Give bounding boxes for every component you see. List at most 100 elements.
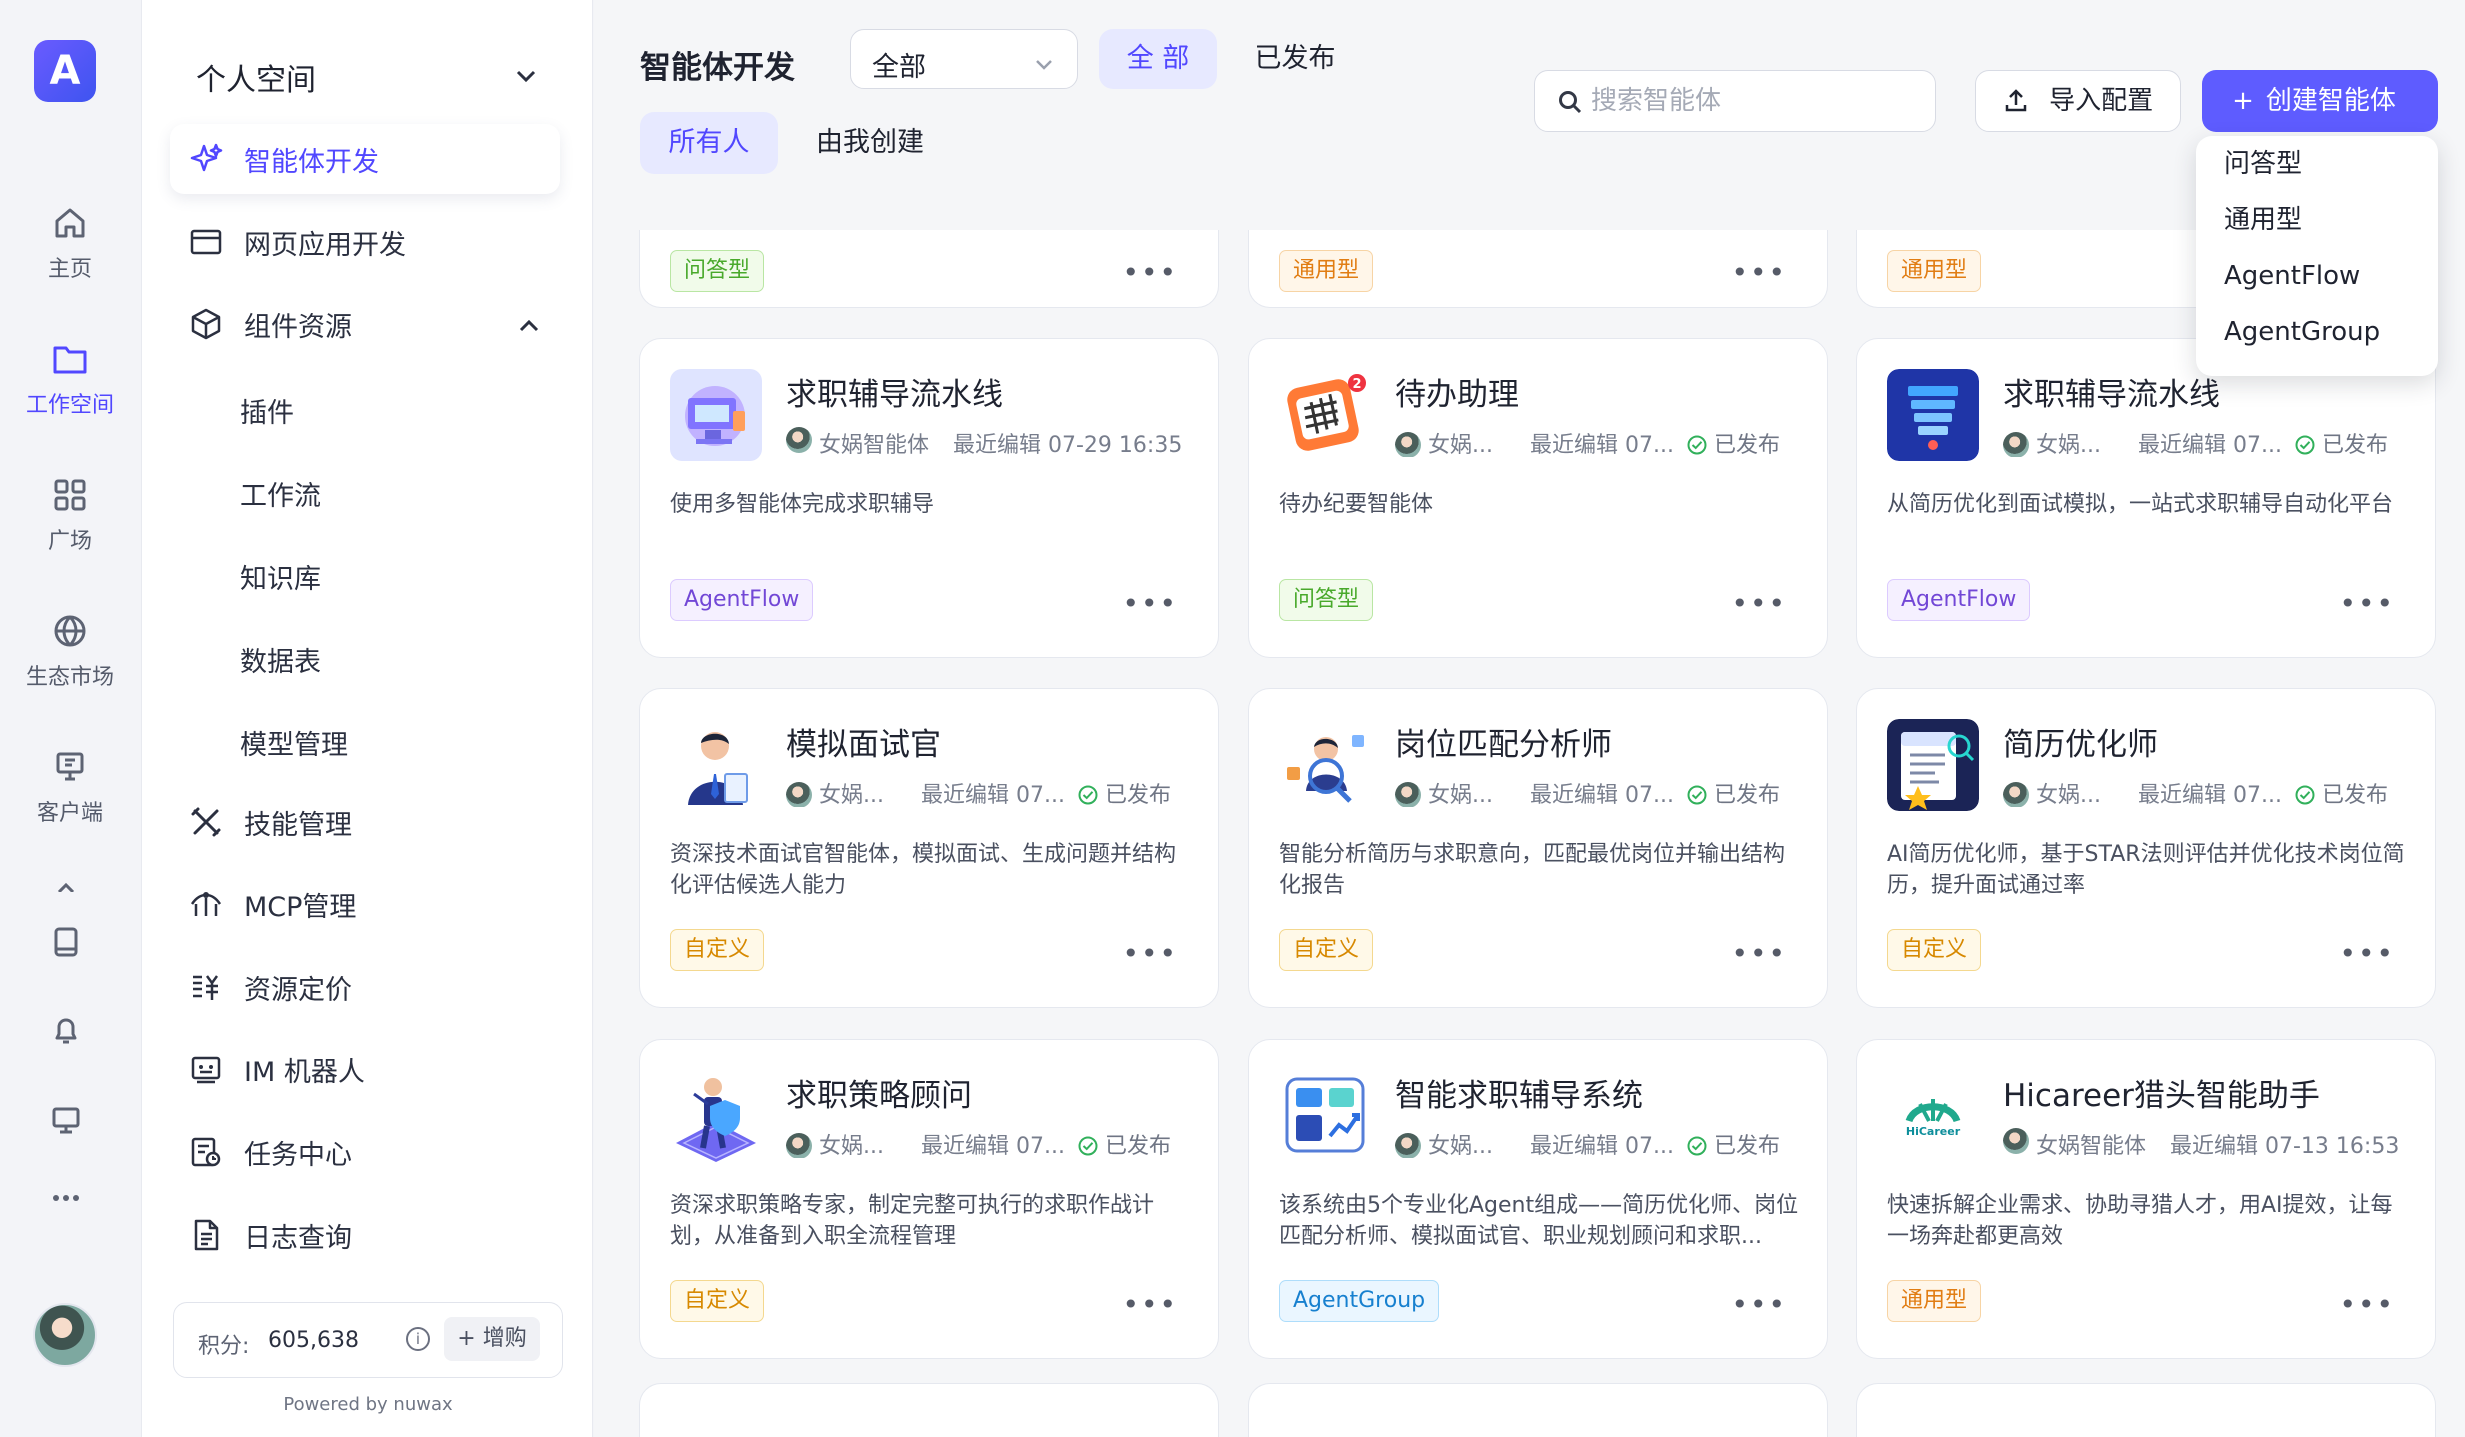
menu-item-agentgroup[interactable]: AgentGroup <box>2196 304 2438 360</box>
monitor-icon[interactable] <box>48 1102 84 1138</box>
agent-card-partial[interactable] <box>639 1383 1219 1437</box>
published-label: 已发布 <box>1105 783 1172 807</box>
rail-item-home[interactable]: 主页 <box>0 203 140 283</box>
agent-card[interactable]: 智能求职辅导系统 女娲... 最近编辑 07... 已发布 该系统由5个专业化Age… <box>1248 1039 1828 1359</box>
more-options-icon[interactable]: ••• <box>1731 940 1787 968</box>
create-agent-button[interactable]: + 创建智能体 <box>2202 70 2438 132</box>
more-options-icon[interactable]: ••• <box>1122 1291 1178 1319</box>
sidebar-item-im-bot[interactable]: IM 机器人 <box>170 1034 560 1104</box>
folder-icon <box>53 346 87 374</box>
sidebar-item-agent-dev[interactable]: 智能体开发 <box>170 124 560 194</box>
menu-item-general[interactable]: 通用型 <box>2196 192 2438 248</box>
more-icon[interactable] <box>48 1180 84 1216</box>
published-status: 已发布 <box>2294 427 2388 457</box>
sidebar-item-web-app[interactable]: 网页应用开发 <box>170 207 560 277</box>
menu-item-agentflow[interactable]: AgentFlow <box>2196 248 2438 304</box>
book-icon[interactable] <box>48 924 84 960</box>
more-options-icon[interactable]: ••• <box>1122 259 1178 287</box>
sidebar-item-skills[interactable]: 技能管理 <box>170 787 560 857</box>
agent-meta: 女娲智能体 最近编辑 07-13 16:53 <box>2003 1128 2408 1158</box>
buy-points-button[interactable]: + 增购 <box>444 1317 540 1361</box>
more-options-icon[interactable]: ••• <box>2339 940 2395 968</box>
agent-author: 女娲... <box>1428 1134 1493 1158</box>
sidebar-item-logs[interactable]: 日志查询 <box>170 1200 560 1270</box>
more-options-icon[interactable]: ••• <box>1122 590 1178 618</box>
rail-item-square[interactable]: 广场 <box>0 475 140 555</box>
points-box: 积分: 605,638 i + 增购 <box>173 1302 563 1378</box>
agent-meta: 女娲... 最近编辑 07... 已发布 <box>1395 1128 1800 1158</box>
sidebar-sub-plugins[interactable]: 插件 <box>240 391 294 430</box>
published-label: 已发布 <box>2322 433 2389 457</box>
sidebar-sub-datatable[interactable]: 数据表 <box>240 640 321 679</box>
info-icon[interactable]: i <box>406 1327 430 1351</box>
search-box[interactable] <box>1534 70 1936 132</box>
sidebar-item-mcp[interactable]: MCP管理 <box>170 869 560 939</box>
agent-card[interactable]: 2 待办助理 女娲... 最近编辑 07... 已发布 待办纪要智能体 问答型 ••• <box>1248 338 1828 658</box>
published-label: 已发布 <box>1714 433 1781 457</box>
chevron-down-icon[interactable] <box>512 62 540 90</box>
sidebar-item-component-resources[interactable]: 组件资源 <box>170 289 560 359</box>
agent-thumbnail: HiCareer <box>1887 1070 1979 1162</box>
desktop-client-icon <box>56 752 84 781</box>
agent-card[interactable]: 求职辅导流水线 女娲智能体 最近编辑 07-29 16:35 使用多智能体完成求职… <box>639 338 1219 658</box>
chevron-up-icon[interactable] <box>515 312 543 340</box>
agent-card[interactable]: 岗位匹配分析师 女娲... 最近编辑 07... 已发布 智能分析简历与求职意向，匹… <box>1248 688 1828 1008</box>
agent-description: 资深求职策略专家，制定完整可执行的求职作战计划，从准备到入职全流程管理 <box>670 1193 1155 1249</box>
sidebar-sub-knowledge[interactable]: 知识库 <box>240 557 321 596</box>
more-options-icon[interactable]: ••• <box>1122 940 1178 968</box>
create-agent-label: 创建智能体 <box>2265 86 2396 116</box>
agent-card[interactable]: 简历优化师 女娲... 最近编辑 07... 已发布 AI简历优化师，基于STAR法… <box>1856 688 2436 1008</box>
agent-card[interactable]: HiCareer Hicareer猎头智能助手 女娲智能体 最近编辑 07-13 … <box>1856 1039 2436 1359</box>
agent-title: 简历优化师 <box>2003 727 2158 763</box>
log-icon <box>194 1219 219 1251</box>
space-selector-label[interactable]: 个人空间 <box>196 55 316 99</box>
filter-created-by-me[interactable]: 由我创建 <box>799 112 941 174</box>
tools-icon <box>191 807 221 837</box>
sidebar-item-label: 日志查询 <box>244 1222 352 1254</box>
user-avatar[interactable] <box>33 1303 97 1367</box>
rail-item-workspace[interactable]: 工作空间 <box>0 339 140 419</box>
agent-description: 资深技术面试官智能体，模拟面试、生成问题并结构化评估候选人能力 <box>670 842 1177 898</box>
more-options-icon[interactable]: ••• <box>1731 259 1787 287</box>
agent-card[interactable]: 通用型 ••• <box>1248 230 1828 308</box>
sidebar-item-pricing[interactable]: 资源定价 <box>170 952 560 1022</box>
bell-icon[interactable] <box>48 1013 84 1049</box>
agent-edited: 最近编辑 07... <box>921 783 1065 807</box>
globe-icon <box>54 615 86 647</box>
app-logo[interactable]: A <box>34 40 96 102</box>
menu-item-qa[interactable]: 问答型 <box>2196 136 2438 192</box>
sidebar-item-task-center[interactable]: 任务中心 <box>170 1117 560 1187</box>
agent-card[interactable]: 问答型 ••• <box>639 230 1219 308</box>
cube-icon <box>191 308 221 340</box>
import-config-button[interactable]: 导入配置 <box>1975 70 2181 132</box>
sidebar-sub-workflow[interactable]: 工作流 <box>240 474 321 513</box>
agent-meta: 女娲... 最近编辑 07... 已发布 <box>1395 777 1800 807</box>
agent-card-partial[interactable] <box>1856 1383 2436 1437</box>
sidebar-sub-model[interactable]: 模型管理 <box>240 723 348 762</box>
task-icon <box>191 1137 221 1167</box>
tab-published[interactable]: 已发布 <box>1242 29 1348 89</box>
agent-author: 女娲... <box>2036 433 2101 457</box>
agent-card[interactable]: 求职辅导流水线 女娲... 最近编辑 07... 已发布 从简历优化到面试模拟，一站… <box>1856 338 2436 658</box>
agent-card-partial[interactable] <box>1248 1383 1828 1437</box>
more-options-icon[interactable]: ••• <box>2339 590 2395 618</box>
agent-author: 女娲... <box>1428 783 1493 807</box>
plus-icon: + <box>2232 86 2254 116</box>
rail-item-client[interactable]: 客户端 <box>0 747 140 827</box>
author-avatar <box>1395 432 1421 457</box>
tab-all[interactable]: 全 部 <box>1099 29 1217 89</box>
author-avatar <box>2003 432 2029 457</box>
rail-item-market[interactable]: 生态市场 <box>0 611 140 691</box>
create-agent-menu: 问答型 通用型 AgentFlow AgentGroup <box>2196 136 2438 376</box>
more-options-icon[interactable]: ••• <box>1731 590 1787 618</box>
type-tag: 自定义 <box>1279 929 1374 971</box>
search-input[interactable] <box>1591 85 1911 117</box>
category-filter-select[interactable]: 全部 <box>850 29 1078 89</box>
agent-card[interactable]: 求职策略顾问 女娲... 最近编辑 07... 已发布 资深求职策略专家，制定完整可… <box>639 1039 1219 1359</box>
more-options-icon[interactable]: ••• <box>2339 1291 2395 1319</box>
agent-card[interactable]: 模拟面试官 女娲... 最近编辑 07... 已发布 资深技术面试官智能体，模拟面试… <box>639 688 1219 1008</box>
filter-everyone[interactable]: 所有人 <box>640 112 778 174</box>
agent-meta: 女娲智能体 最近编辑 07-29 16:35 <box>786 427 1191 457</box>
pricing-icon <box>193 975 219 1000</box>
more-options-icon[interactable]: ••• <box>1731 1291 1787 1319</box>
